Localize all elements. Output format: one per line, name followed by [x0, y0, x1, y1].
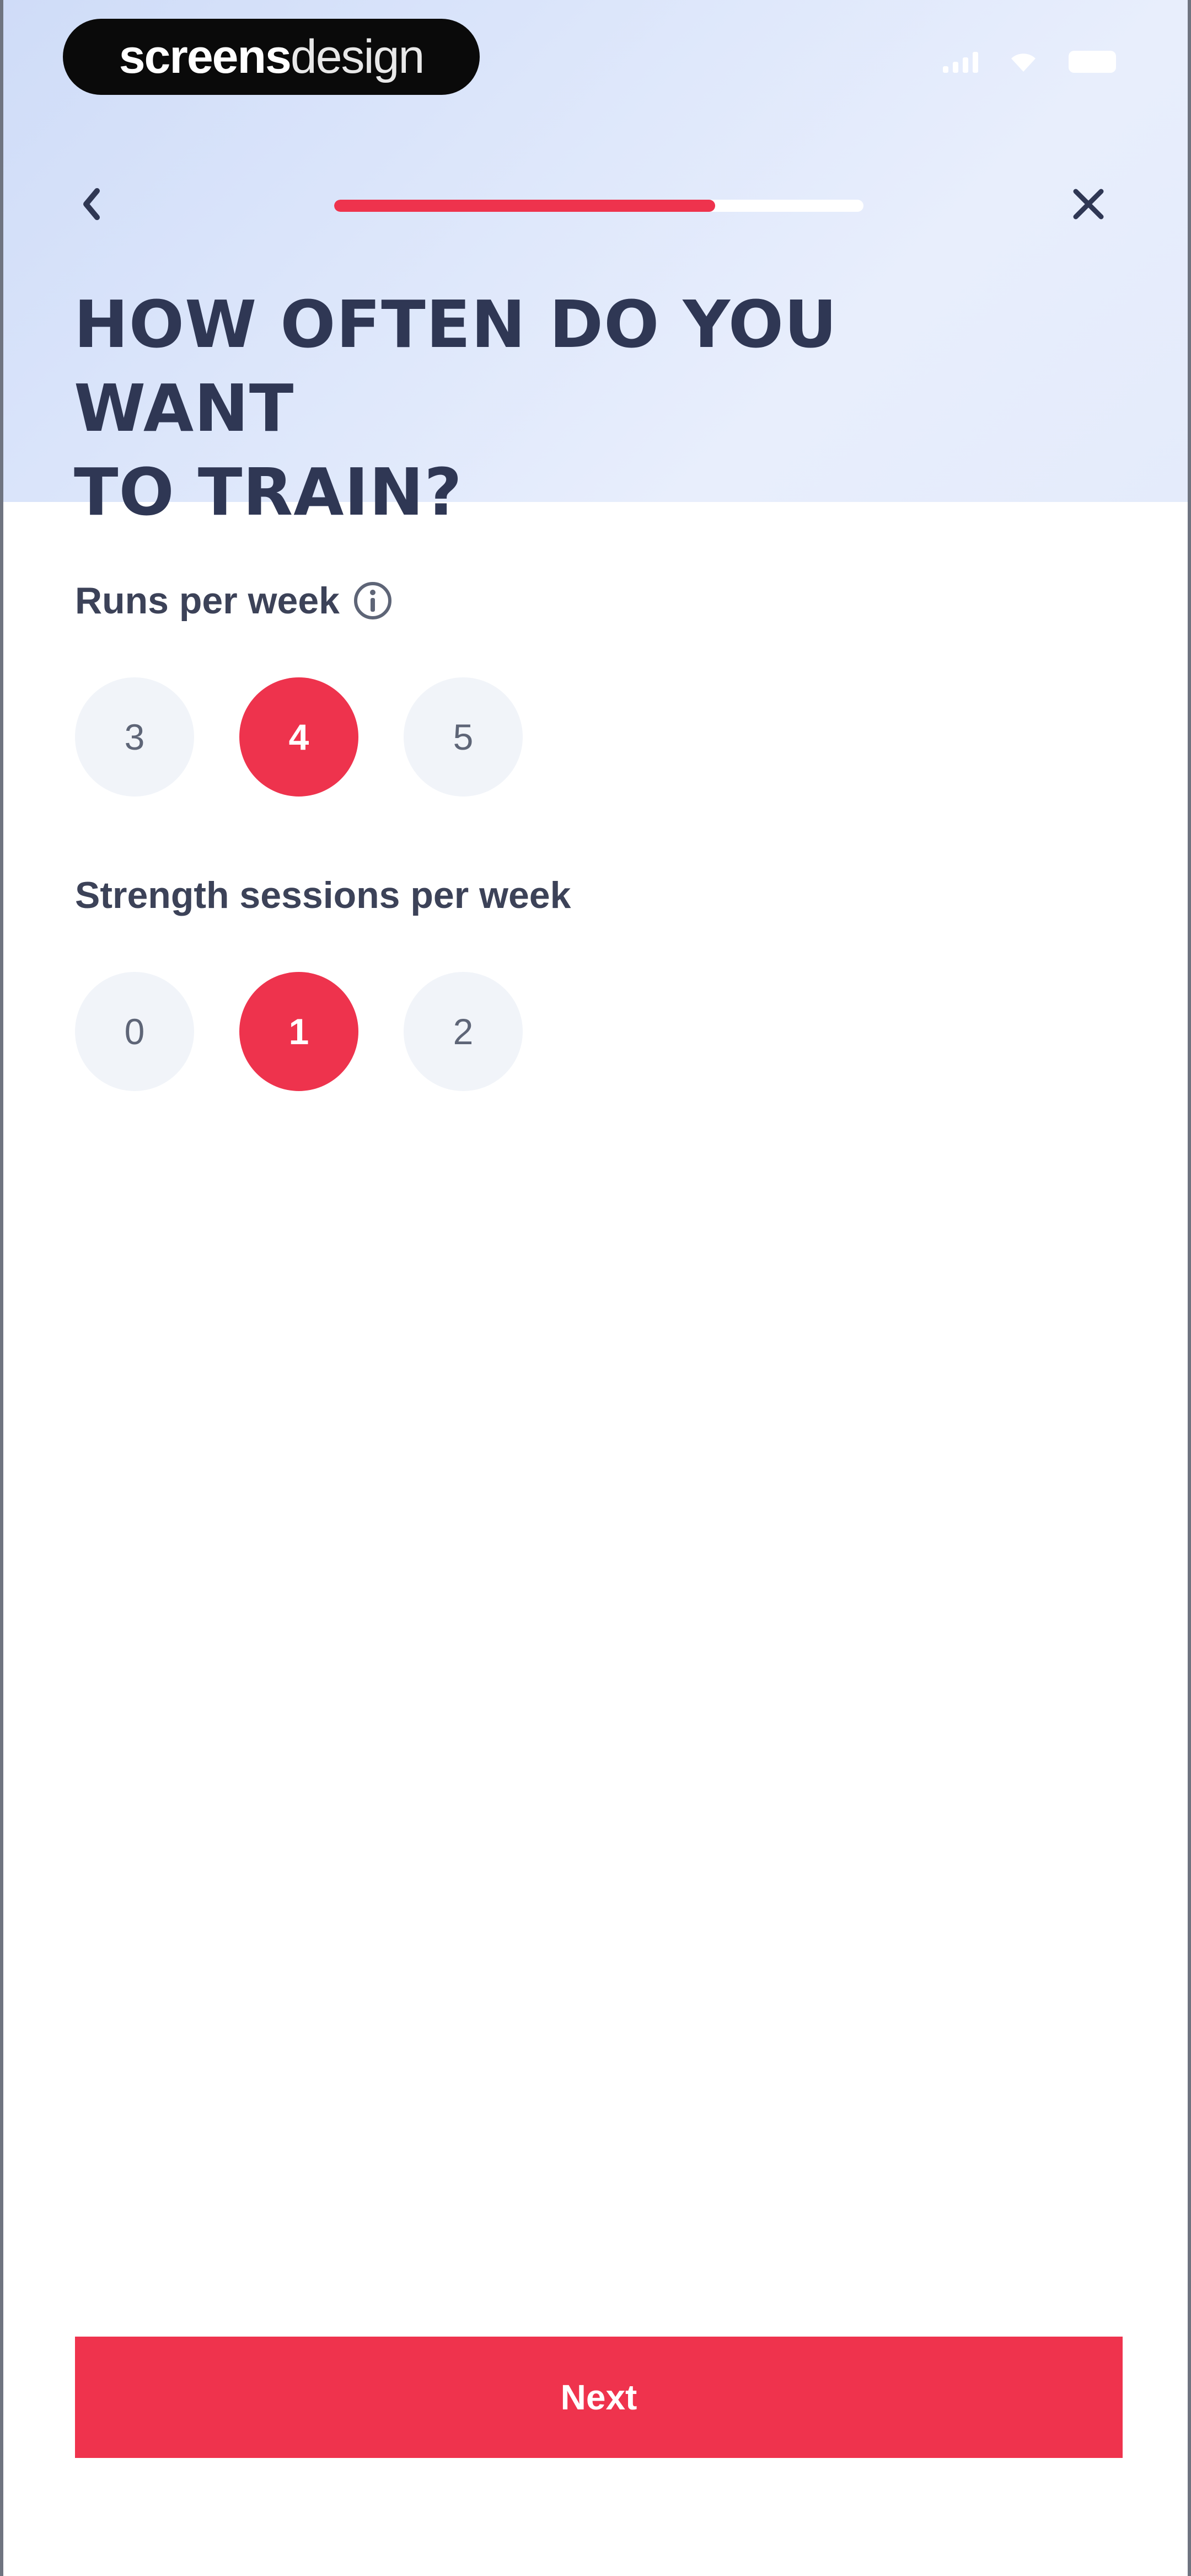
onboarding-progress-bar — [334, 200, 863, 212]
battery-icon — [1069, 51, 1116, 73]
runs-per-week-label: Runs per week — [75, 579, 393, 622]
chevron-left-icon — [83, 188, 100, 220]
strength-options: 0 1 2 — [75, 972, 523, 1091]
screensdesign-watermark: screensdesign — [63, 19, 480, 95]
onboarding-screen: screensdesign HOW OFTEN DO YOU WANT TO T… — [0, 0, 1191, 2576]
back-button[interactable] — [69, 182, 114, 226]
status-bar — [943, 51, 1116, 73]
runs-option-4[interactable]: 4 — [239, 677, 358, 797]
progress-fill — [334, 200, 716, 212]
watermark-light-text: design — [290, 30, 425, 83]
strength-sessions-label: Strength sessions per week — [75, 874, 571, 917]
runs-options: 3 4 5 — [75, 677, 523, 797]
next-button[interactable]: Next — [75, 2337, 1123, 2458]
strength-option-0[interactable]: 0 — [75, 972, 194, 1091]
signal-icon — [943, 51, 978, 73]
runs-option-5[interactable]: 5 — [404, 677, 523, 797]
page-title: HOW OFTEN DO YOU WANT TO TRAIN? — [74, 286, 838, 530]
close-button[interactable] — [1066, 182, 1110, 226]
wifi-icon — [1011, 54, 1036, 72]
strength-sessions-label-text: Strength sessions per week — [75, 874, 571, 916]
strength-option-1[interactable]: 1 — [239, 972, 358, 1091]
strength-option-2[interactable]: 2 — [404, 972, 523, 1091]
runs-option-3[interactable]: 3 — [75, 677, 194, 797]
watermark-bold-text: screens — [119, 30, 292, 83]
close-icon — [1073, 189, 1104, 220]
info-icon[interactable] — [353, 581, 393, 621]
runs-per-week-label-text: Runs per week — [75, 580, 340, 622]
